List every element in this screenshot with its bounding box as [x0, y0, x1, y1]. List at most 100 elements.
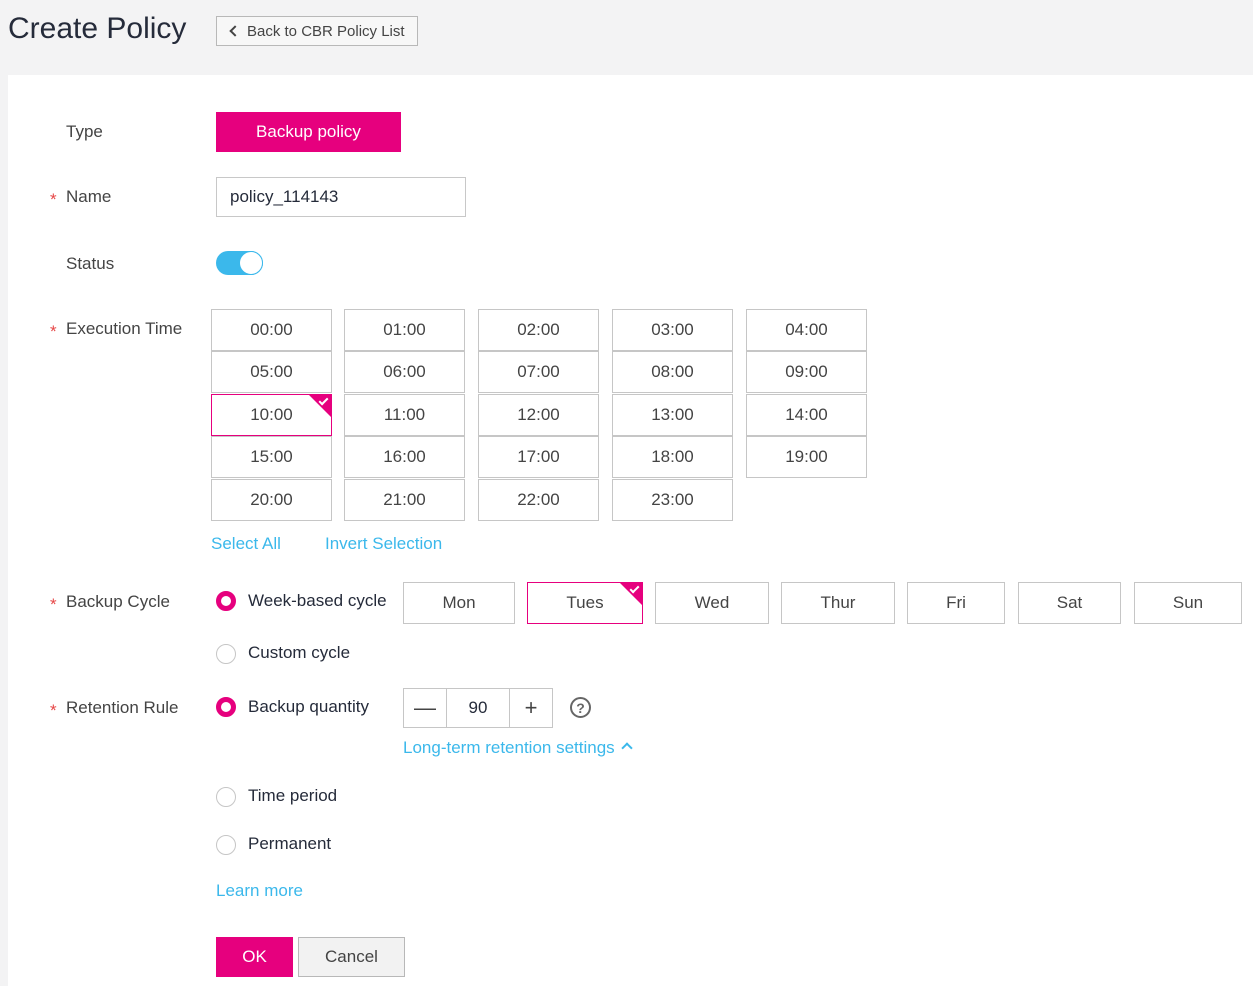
quantity-value[interactable]: 90 — [446, 689, 510, 727]
day-label: Sat — [1056, 593, 1083, 612]
increment-button[interactable]: + — [510, 689, 552, 727]
time-slot-1200[interactable]: 12:00 — [478, 394, 599, 436]
time-period-radio[interactable] — [216, 787, 236, 807]
time-slot-label: 01:00 — [383, 320, 426, 339]
help-icon[interactable]: ? — [570, 697, 591, 718]
day-tues[interactable]: Tues — [527, 582, 643, 624]
time-slot-label: 08:00 — [651, 362, 694, 381]
time-slot-1000[interactable]: 10:00 — [211, 394, 332, 436]
time-slot-label: 06:00 — [383, 362, 426, 381]
time-slot-label: 17:00 — [517, 447, 560, 466]
quantity-stepper: — 90 + — [403, 688, 553, 728]
time-slot-0500[interactable]: 05:00 — [211, 351, 332, 393]
time-slot-label: 14:00 — [785, 405, 828, 424]
time-slot-label: 04:00 — [785, 320, 828, 339]
back-to-policy-list-button[interactable]: Back to CBR Policy List — [216, 16, 418, 46]
time-slot-label: 18:00 — [651, 447, 694, 466]
backup-policy-button[interactable]: Backup policy — [216, 112, 401, 152]
time-slot-label: 07:00 — [517, 362, 560, 381]
time-slot-label: 23:00 — [651, 490, 694, 509]
invert-selection-link[interactable]: Invert Selection — [325, 534, 442, 554]
cancel-button[interactable]: Cancel — [298, 937, 405, 977]
decrement-button[interactable]: — — [404, 689, 446, 727]
back-button-label: Back to CBR Policy List — [247, 22, 405, 40]
day-mon[interactable]: Mon — [403, 582, 515, 624]
time-slot-0900[interactable]: 09:00 — [746, 351, 867, 393]
form-panel — [8, 75, 1253, 986]
toggle-knob — [239, 251, 263, 275]
time-slot-label: 03:00 — [651, 320, 694, 339]
time-slot-label: 05:00 — [250, 362, 293, 381]
day-label: Tues — [566, 593, 604, 612]
time-slot-label: 16:00 — [383, 447, 426, 466]
ok-button[interactable]: OK — [216, 937, 293, 977]
time-slot-label: 19:00 — [785, 447, 828, 466]
week-based-cycle-radio[interactable] — [216, 591, 236, 611]
backup-cycle-label: Backup Cycle — [66, 592, 170, 611]
custom-cycle-label: Custom cycle — [248, 643, 351, 662]
execution-time-label: Execution Time — [66, 319, 183, 338]
select-all-link[interactable]: Select All — [211, 534, 281, 554]
time-slot-1300[interactable]: 13:00 — [612, 394, 733, 436]
time-slot-1400[interactable]: 14:00 — [746, 394, 867, 436]
long-term-retention-label: Long-term retention settings — [403, 738, 615, 757]
time-slot-1100[interactable]: 11:00 — [344, 394, 465, 436]
permanent-radio[interactable] — [216, 835, 236, 855]
execution-time-required-mark: * — [50, 322, 57, 341]
time-slot-label: 13:00 — [651, 405, 694, 424]
time-slot-2300[interactable]: 23:00 — [612, 479, 733, 521]
day-wed[interactable]: Wed — [655, 582, 769, 624]
day-label: Thur — [820, 593, 856, 612]
day-fri[interactable]: Fri — [907, 582, 1005, 624]
time-slot-0100[interactable]: 01:00 — [344, 309, 465, 351]
type-label: Type — [66, 122, 103, 141]
backup-cycle-required-mark: * — [50, 595, 57, 614]
custom-cycle-radio[interactable] — [216, 644, 236, 664]
time-slot-label: 09:00 — [785, 362, 828, 381]
time-slot-0800[interactable]: 08:00 — [612, 351, 733, 393]
time-slot-0400[interactable]: 04:00 — [746, 309, 867, 351]
time-slot-label: 20:00 — [250, 490, 293, 509]
time-slot-2000[interactable]: 20:00 — [211, 479, 332, 521]
time-period-label: Time period — [248, 786, 338, 805]
time-slot-label: 15:00 — [250, 447, 293, 466]
retention-rule-required-mark: * — [50, 701, 57, 720]
time-slot-label: 21:00 — [383, 490, 426, 509]
status-toggle[interactable] — [216, 251, 263, 275]
status-label: Status — [66, 254, 115, 273]
chevron-up-icon — [621, 742, 633, 754]
backup-quantity-label: Backup quantity — [248, 697, 369, 716]
retention-rule-label: Retention Rule — [66, 698, 179, 717]
time-slot-0600[interactable]: 06:00 — [344, 351, 465, 393]
time-slot-label: 12:00 — [517, 405, 560, 424]
time-slot-label: 00:00 — [250, 320, 293, 339]
time-slot-1600[interactable]: 16:00 — [344, 436, 465, 478]
day-label: Wed — [694, 593, 730, 612]
time-slot-label: 11:00 — [383, 405, 426, 424]
chevron-left-icon — [229, 25, 241, 37]
time-slot-0700[interactable]: 07:00 — [478, 351, 599, 393]
long-term-retention-link[interactable]: Long-term retention settings — [403, 738, 633, 758]
time-slot-1500[interactable]: 15:00 — [211, 436, 332, 478]
name-input[interactable] — [216, 177, 466, 217]
name-required-mark: * — [50, 190, 57, 209]
time-slot-label: 02:00 — [517, 320, 560, 339]
backup-quantity-radio[interactable] — [216, 697, 236, 717]
day-label: Mon — [442, 593, 476, 612]
day-label: Fri — [946, 593, 966, 612]
week-based-cycle-label: Week-based cycle — [248, 591, 387, 610]
time-slot-0200[interactable]: 02:00 — [478, 309, 599, 351]
learn-more-link[interactable]: Learn more — [216, 881, 303, 901]
permanent-label: Permanent — [248, 834, 332, 853]
time-slot-2200[interactable]: 22:00 — [478, 479, 599, 521]
time-slot-1900[interactable]: 19:00 — [746, 436, 867, 478]
time-slot-2100[interactable]: 21:00 — [344, 479, 465, 521]
day-thur[interactable]: Thur — [781, 582, 895, 624]
time-slot-1700[interactable]: 17:00 — [478, 436, 599, 478]
time-slot-1800[interactable]: 18:00 — [612, 436, 733, 478]
page-title: Create Policy — [8, 12, 187, 45]
day-sun[interactable]: Sun — [1134, 582, 1242, 624]
day-sat[interactable]: Sat — [1018, 582, 1121, 624]
time-slot-0000[interactable]: 00:00 — [211, 309, 332, 351]
time-slot-0300[interactable]: 03:00 — [612, 309, 733, 351]
